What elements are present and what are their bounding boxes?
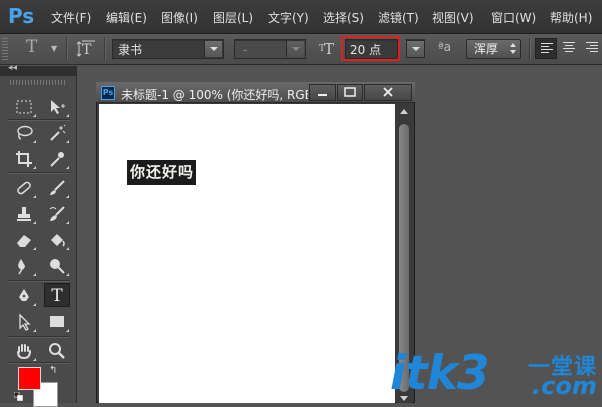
zoom-tool-icon[interactable] xyxy=(44,339,70,363)
divider xyxy=(104,38,105,60)
lasso-tool-icon[interactable] xyxy=(11,121,37,145)
magic-wand-tool-icon[interactable] xyxy=(44,121,70,145)
history-brush-tool-icon[interactable] xyxy=(44,202,70,226)
menu-image[interactable]: 图像(I) xyxy=(161,9,198,26)
align-left-icon xyxy=(541,43,553,55)
divider xyxy=(8,362,70,363)
toolbox-grip[interactable] xyxy=(10,80,66,85)
divider xyxy=(8,280,70,281)
align-right-button[interactable] xyxy=(581,38,602,59)
scroll-up-icon[interactable] xyxy=(400,109,408,114)
canvas-text-layer[interactable]: 你还好吗 xyxy=(127,160,197,185)
dodge-tool-icon[interactable] xyxy=(44,254,70,278)
menu-window[interactable]: 窗口(W) xyxy=(491,9,536,26)
rectangle-tool-icon[interactable] xyxy=(44,310,70,334)
toolbox-header[interactable]: ◂◂ xyxy=(0,63,76,76)
divider xyxy=(66,38,67,60)
align-center-button[interactable] xyxy=(558,38,580,59)
document-canvas[interactable] xyxy=(99,104,395,403)
options-bar-grip[interactable] xyxy=(2,38,8,60)
photoshop-logo: Ps xyxy=(8,4,35,28)
align-left-button[interactable] xyxy=(535,38,557,59)
maximize-button[interactable] xyxy=(337,84,363,101)
menu-type[interactable]: 文字(Y) xyxy=(268,9,309,26)
path-selection-tool-icon[interactable] xyxy=(11,310,37,334)
watermark-main: itk3 xyxy=(390,346,490,401)
menu-view[interactable]: 视图(V) xyxy=(432,9,474,26)
divider xyxy=(8,336,70,337)
brush-tool-icon[interactable] xyxy=(44,176,70,200)
minimize-button[interactable] xyxy=(309,84,336,101)
svg-text:T: T xyxy=(82,42,92,58)
svg-text:T: T xyxy=(324,40,334,58)
font-size-dropdown[interactable] xyxy=(405,39,425,59)
divider xyxy=(8,172,70,173)
chevron-down-icon[interactable] xyxy=(406,40,425,58)
document-title: 未标题-1 @ 100% (你还好吗, RGB/8) xyxy=(121,88,308,102)
default-colors-icon[interactable] xyxy=(14,392,23,401)
hand-tool-icon[interactable] xyxy=(11,339,37,363)
marquee-tool-icon[interactable] xyxy=(11,95,37,119)
font-style-value: - xyxy=(243,43,248,57)
pen-tool-icon[interactable] xyxy=(11,284,37,308)
align-center-icon xyxy=(563,42,575,54)
font-family-value: 隶书 xyxy=(118,43,143,57)
type-tool-icon[interactable]: T xyxy=(26,36,44,58)
swap-colors-icon[interactable]: ↰ xyxy=(49,365,57,376)
menu-edit[interactable]: 编辑(E) xyxy=(106,9,147,26)
move-tool-icon[interactable] xyxy=(44,95,70,119)
menu-help[interactable]: 帮助(H) xyxy=(550,9,592,26)
antialias-icon: ªa xyxy=(438,40,452,54)
clone-stamp-tool-icon[interactable] xyxy=(11,202,37,226)
collapse-icon[interactable]: ◂◂ xyxy=(8,63,17,73)
menu-layer[interactable]: 图层(L) xyxy=(213,9,253,26)
divider xyxy=(529,38,530,60)
chevron-down-icon[interactable] xyxy=(286,41,304,57)
svg-text:T: T xyxy=(319,44,325,54)
font-style-select[interactable]: - xyxy=(234,39,306,59)
foreground-color-swatch[interactable] xyxy=(18,367,41,390)
font-family-select[interactable]: 隶书 xyxy=(112,39,224,59)
watermark-domain: .com xyxy=(532,372,597,400)
antialias-value: 浑厚 xyxy=(474,42,499,56)
paint-bucket-tool-icon[interactable] xyxy=(44,228,70,252)
divider xyxy=(8,119,70,120)
updown-arrows-icon xyxy=(510,43,516,55)
tool-preset-caret-icon[interactable]: ▼ xyxy=(51,44,57,53)
menu-select[interactable]: 选择(S) xyxy=(323,9,364,26)
text-orientation-icon[interactable]: T xyxy=(77,39,97,59)
type-tool-icon[interactable]: T xyxy=(44,283,70,307)
close-button[interactable] xyxy=(364,84,412,101)
font-size-icon: T T xyxy=(319,40,334,58)
eyedropper-tool-icon[interactable] xyxy=(44,147,70,171)
align-right-icon xyxy=(586,42,598,54)
blur-tool-icon[interactable] xyxy=(11,254,37,278)
font-size-highlight xyxy=(341,36,400,61)
menu-file[interactable]: 文件(F) xyxy=(51,9,91,26)
eraser-tool-icon[interactable] xyxy=(11,228,37,252)
crop-tool-icon[interactable] xyxy=(11,147,37,171)
healing-brush-tool-icon[interactable] xyxy=(11,176,37,200)
photoshop-doc-icon: Ps xyxy=(101,86,115,100)
chevron-down-icon[interactable] xyxy=(204,41,222,57)
menu-filter[interactable]: 滤镜(T) xyxy=(378,9,419,26)
antialias-select[interactable]: 浑厚 xyxy=(466,39,521,59)
